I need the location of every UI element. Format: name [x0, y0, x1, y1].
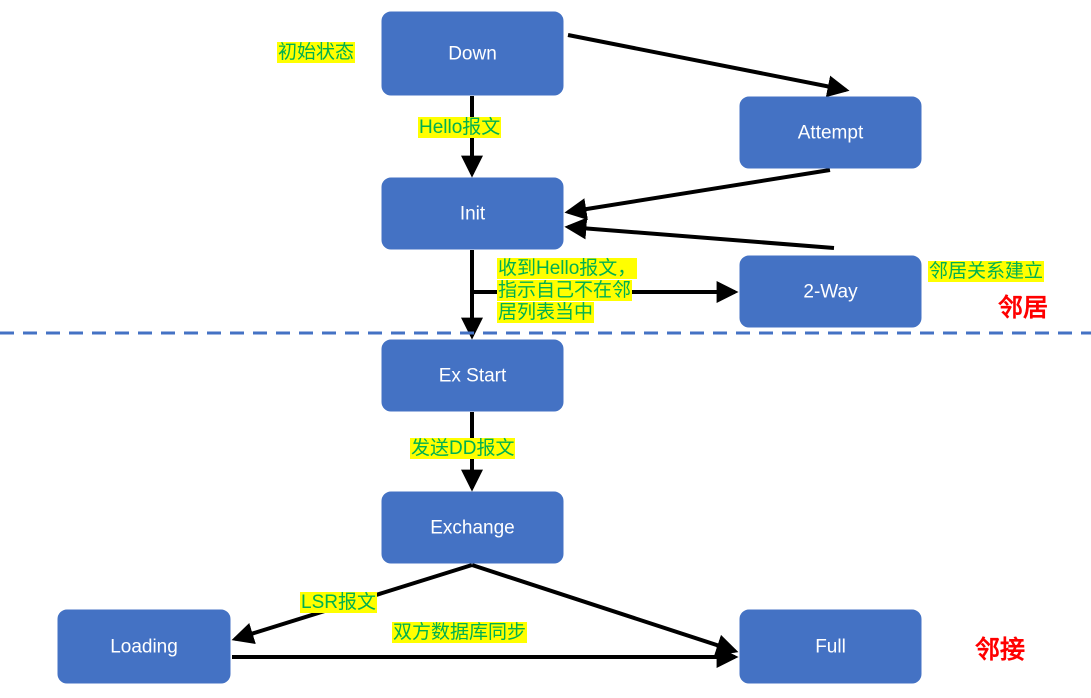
states-layer: Down Attempt Init 2-Way Ex Start Exchange Load…: [57, 11, 922, 684]
annotation-hello-packet: Hello报文: [418, 117, 502, 139]
annotation-text-lsr-packet: LSR报文: [300, 592, 377, 613]
annotation-lsr-packet: LSR报文: [300, 592, 377, 614]
state-label-down: Down: [448, 44, 497, 65]
state-label-exchange: Exchange: [430, 518, 515, 539]
state-label-exstart: Ex Start: [439, 366, 507, 387]
annotation-text-hello-packet: Hello报文: [418, 117, 502, 138]
annotation-neighbor-built: 邻居关系建立: [928, 261, 1045, 283]
state-label-twoway: 2-Way: [803, 282, 858, 303]
state-node-exchange[interactable]: Exchange: [381, 491, 564, 564]
state-node-down[interactable]: Down: [381, 11, 564, 96]
state-label-init: Init: [460, 204, 486, 225]
annotation-text-db-sync: 双方数据库同步: [392, 622, 528, 643]
annotation-text-neighbor-built: 邻居关系建立: [928, 261, 1045, 282]
state-label-full: Full: [815, 637, 846, 658]
group-label-neighbor-group: 邻居: [998, 294, 1049, 322]
annotation-text-initial-state: 初始状态: [277, 42, 356, 63]
annotation-text-send-dd-packet: 发送DD报文: [410, 438, 516, 459]
state-node-twoway[interactable]: 2-Way: [739, 255, 922, 328]
state-node-loading[interactable]: Loading: [57, 609, 231, 684]
ospf-state-diagram: Down Attempt Init 2-Way Ex Start Exchange Load…: [0, 0, 1091, 698]
group-label-adjacency-group: 邻接: [975, 636, 1026, 664]
edge-down-to-attempt: [567, 33, 850, 98]
annotation-send-dd-packet: 发送DD报文: [410, 438, 516, 460]
annotation-hello-not-in-list: 收到Hello报文，指示自己不在邻居列表当中: [497, 258, 645, 324]
annotation-db-sync: 双方数据库同步: [392, 622, 528, 644]
state-label-attempt: Attempt: [798, 123, 864, 144]
annotation-initial-state: 初始状态: [277, 42, 356, 64]
state-node-attempt[interactable]: Attempt: [739, 96, 922, 169]
edge-attempt-to-init: [564, 168, 831, 220]
edge-twoway-to-init: [564, 217, 835, 250]
diagram-canvas: Down Attempt Init 2-Way Ex Start Exchange Load…: [0, 11, 1091, 684]
state-node-exstart[interactable]: Ex Start: [381, 339, 564, 412]
state-node-full[interactable]: Full: [739, 609, 922, 684]
state-label-loading: Loading: [110, 637, 178, 658]
state-node-init[interactable]: Init: [381, 177, 564, 250]
annotation-text-hello-not-in-list: 收到Hello报文，指示自己不在邻居列表当中: [497, 258, 638, 324]
